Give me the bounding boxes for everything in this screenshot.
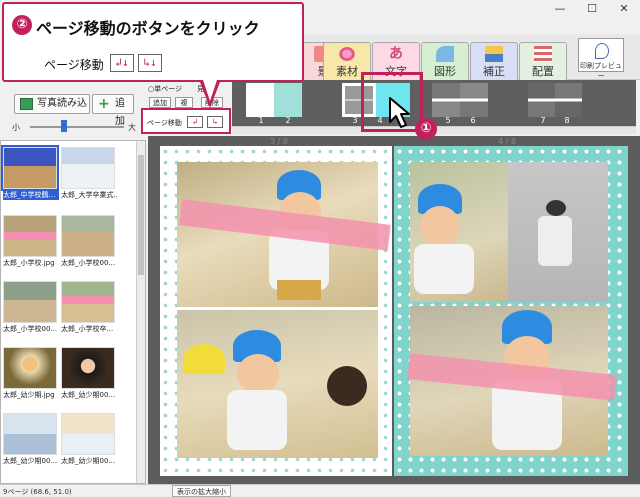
page-thumb-5-6[interactable] — [432, 83, 488, 117]
instruction-title: ページ移動のボタンをクリック — [36, 19, 260, 38]
photo-item[interactable]: 太郎_小学校卒... — [61, 281, 117, 334]
page-thumb-7-8[interactable] — [528, 83, 582, 117]
plus-icon: + — [98, 96, 110, 112]
photo-item[interactable]: 太郎_中学校鶴... — [1, 145, 59, 200]
tab-materials-label: 素材 — [336, 65, 358, 78]
photo-item[interactable]: 太郎_幼少期00... — [3, 413, 59, 466]
right-page-label: 4 / 8 — [498, 137, 516, 146]
load-photo-label: 写真読み込 — [37, 98, 87, 109]
photo-frame-right-1[interactable] — [410, 162, 508, 302]
photo-caption: 太郎_幼少期00... — [3, 457, 58, 465]
page-number: 8 — [564, 116, 570, 125]
status-position: 9ページ (68.6, 51.0) — [3, 488, 72, 496]
photo-list: 太郎_中学校鶴... 太郎_大学卒業式... 太郎_小学校.jpg 太郎_小学校… — [0, 140, 146, 484]
shape-icon — [436, 46, 454, 62]
photo-caption: 太郎_小学校00... — [61, 259, 116, 267]
instruction-label: ページ移動 — [44, 58, 104, 72]
page-number: 2 — [285, 116, 291, 125]
photo-list-scrollbar[interactable] — [136, 141, 145, 483]
photo-caption: 太郎_幼少期.jpg — [3, 391, 55, 399]
zoom-thumb[interactable] — [60, 120, 67, 132]
maximize-button[interactable]: ☐ — [576, 0, 608, 18]
photo-caption: 太郎_幼少期00... — [61, 391, 116, 399]
print-preview-button[interactable]: 印刷プレビュー — [578, 38, 624, 80]
magnifier-icon — [595, 43, 609, 59]
tab-shapes[interactable]: 図形 — [421, 42, 469, 82]
step-2-marker: ② — [12, 15, 32, 35]
photo-caption: 太郎_幼少期00... — [61, 457, 116, 465]
left-page-label: 3 / 8 — [270, 137, 288, 146]
photo-item[interactable]: 太郎_小学校.jpg — [3, 215, 59, 268]
status-bar: 9ページ (68.6, 51.0) 表示の拡大縮小 — [0, 484, 640, 497]
tab-layout-label: 配置 — [532, 65, 554, 78]
window-controls: — ☐ ✕ — [544, 0, 640, 18]
move-page-left-button[interactable]: ↲ — [187, 116, 203, 128]
add-photo-button[interactable]: + 追加 — [92, 94, 134, 127]
page-number: 7 — [540, 116, 546, 125]
tab-adjust-label: 補正 — [483, 65, 505, 78]
page-thumb-1-2[interactable] — [246, 83, 302, 117]
photo-item[interactable]: 太郎_幼少期00... — [61, 347, 117, 400]
single-page-radio[interactable]: ○単ページ — [148, 84, 182, 94]
zoom-track — [30, 126, 124, 128]
photo-caption: 太郎_小学校00... — [3, 325, 58, 333]
photo-caption: 太郎_小学校卒... — [61, 325, 114, 333]
page-number: 1 — [258, 116, 264, 125]
thumbnail-zoom-slider[interactable]: 小 大 — [10, 120, 138, 134]
tab-adjust[interactable]: 補正 — [470, 42, 518, 82]
photo-frame-bottom-left[interactable] — [177, 310, 378, 458]
add-page-button[interactable]: 追加 — [149, 97, 171, 108]
photo-frame-right-2[interactable] — [508, 162, 608, 302]
image-icon — [20, 98, 33, 110]
load-photo-button[interactable]: 写真読み込 — [14, 94, 90, 114]
instruction-callout: ② ページ移動のボタンをクリック ページ移動 ↲↓ ↳↓ — [2, 2, 304, 82]
tab-layout[interactable]: 配置 — [519, 42, 567, 82]
minimize-button[interactable]: — — [544, 0, 576, 18]
photo-item[interactable]: 太郎_小学校00... — [61, 215, 117, 268]
callout-move-right-icon: ↳↓ — [138, 54, 162, 72]
zoom-min-label: 小 — [12, 123, 20, 132]
page-move-panel: ページ移動 ↲ ↳ — [141, 108, 231, 134]
page-number: 5 — [445, 116, 451, 125]
callout-pointer-inner — [203, 80, 217, 101]
photo-caption: 太郎_大学卒業式... — [61, 191, 117, 199]
copy-page-button[interactable]: 複 — [175, 97, 193, 108]
page-move-label: ページ移動 — [147, 119, 182, 127]
text-icon: あ — [389, 46, 403, 62]
photo-caption: 太郎_小学校.jpg — [3, 259, 55, 267]
photo-item[interactable]: 太郎_幼少期.jpg — [3, 347, 59, 400]
flower-icon — [338, 46, 356, 62]
adjust-icon — [485, 46, 503, 62]
callout-move-left-icon: ↲↓ — [110, 54, 134, 72]
zoom-max-label: 大 — [128, 123, 136, 132]
photo-caption: 太郎_中学校鶴... — [3, 190, 59, 200]
zoom-display-button[interactable]: 表示の拡大縮小 — [172, 485, 231, 497]
photo-item[interactable]: 太郎_幼少期00... — [61, 413, 117, 466]
step-1-marker: ① — [415, 118, 437, 140]
page-number: 6 — [470, 116, 476, 125]
app-window: — ☐ ✕ 景 素材 あ 文字 図形 補正 配置 印刷プレビュー 写真読み込 +… — [0, 0, 640, 497]
tab-shapes-label: 図形 — [434, 65, 456, 78]
photo-item[interactable]: 太郎_小学校00... — [3, 281, 59, 334]
layout-icon — [534, 46, 552, 62]
move-page-right-button[interactable]: ↳ — [207, 116, 223, 128]
photo-item[interactable]: 太郎_大学卒業式... — [61, 147, 117, 200]
close-button[interactable]: ✕ — [608, 0, 640, 18]
mouse-cursor-icon — [388, 96, 416, 134]
